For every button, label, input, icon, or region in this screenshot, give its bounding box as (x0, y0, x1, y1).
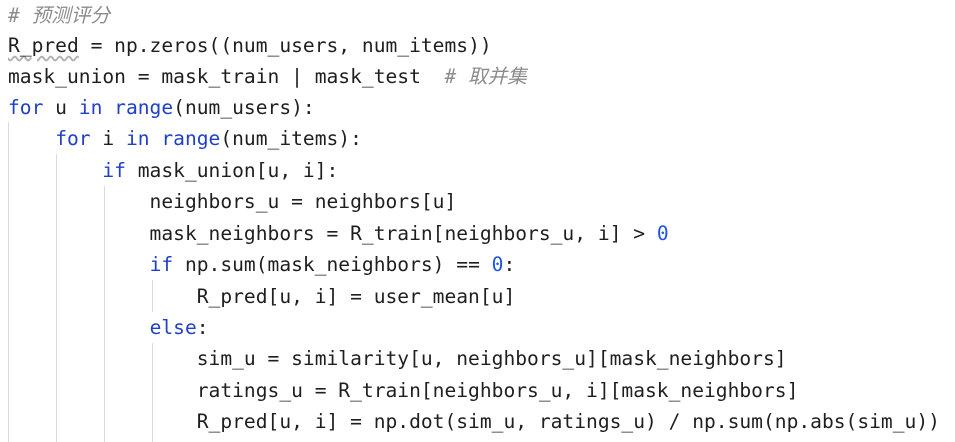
code-line[interactable]: if mask_union[u, i]: (8, 155, 338, 186)
code-line[interactable]: for i in range(num_items): (8, 123, 362, 154)
code-token-keyword: else (149, 316, 197, 339)
code-line[interactable]: R_pred[u, i] = np.dot(sim_u, ratings_u) … (8, 406, 940, 437)
code-editor[interactable]: # 预测评分 R_pred = np.zeros((num_users, num_… (0, 0, 955, 442)
code-token-plain: (num_items): (220, 127, 362, 150)
code-token-keyword: if (102, 159, 126, 182)
code-token-number: 0 (656, 222, 669, 245)
code-token-plain: sim_u = similarity[u, neighbors_u][mask_… (8, 347, 787, 370)
code-token-plain: np.sum(mask_neighbors) == (173, 253, 492, 276)
code-line[interactable]: ratings_u = R_train[neighbors_u, i][mask… (8, 375, 799, 406)
code-line[interactable]: if np.sum(mask_neighbors) == 0: (8, 249, 516, 280)
code-token-plain: : (503, 253, 516, 276)
code-token-keyword: for (55, 127, 91, 150)
code-token-keyword: if (149, 253, 174, 276)
code-token-plain: u (43, 96, 79, 119)
code-line[interactable]: mask_union = mask_train | mask_test # 取并… (8, 61, 527, 92)
code-line[interactable]: sim_u = similarity[u, neighbors_u][mask_… (8, 343, 787, 374)
code-token-builtin: range (161, 127, 221, 150)
code-token-plain: neighbors_u = neighbors[u] (8, 190, 457, 213)
code-token-keyword: in (125, 127, 150, 150)
code-token-plain: = np.zeros((num_users, num_items)) (78, 34, 492, 57)
code-line[interactable]: # 预测评分 (8, 0, 110, 31)
code-token-builtin: range (114, 96, 174, 119)
code-line[interactable]: neighbors_u = neighbors[u] (8, 186, 457, 217)
code-line[interactable]: R_pred = np.zeros((num_users, num_items)… (8, 30, 492, 61)
code-line[interactable]: else: (8, 312, 209, 343)
code-token-plain: : (196, 316, 209, 339)
code-token-plain: (num_users): (173, 96, 315, 119)
code-token-comment: # 预测评分 (8, 4, 110, 27)
code-line[interactable]: mask_neighbors = R_train[neighbors_u, i]… (8, 218, 669, 249)
code-token-keyword: in (78, 96, 103, 119)
code-token-plain: mask_union[u, i]: (125, 159, 339, 182)
code-token-plain: R_pred[u, i] = np.dot(sim_u, ratings_u) … (8, 410, 940, 433)
code-token-plain: R_pred[u, i] = user_mean[u] (8, 285, 516, 308)
code-token-keyword: for (8, 96, 44, 119)
code-line[interactable]: for u in range(num_users): (8, 92, 315, 123)
code-token-plain: R_pred (8, 34, 79, 57)
code-token-comment: # 取并集 (444, 65, 527, 88)
code-token-plain: mask_union = mask_train | mask_test (8, 65, 445, 88)
code-token-plain: mask_neighbors = R_train[neighbors_u, i]… (8, 222, 657, 245)
code-token-number: 0 (491, 253, 504, 276)
code-token-plain: ratings_u = R_train[neighbors_u, i][mask… (8, 379, 799, 402)
code-token-plain: i (90, 127, 126, 150)
code-line[interactable]: R_pred[u, i] = user_mean[u] (8, 281, 516, 312)
